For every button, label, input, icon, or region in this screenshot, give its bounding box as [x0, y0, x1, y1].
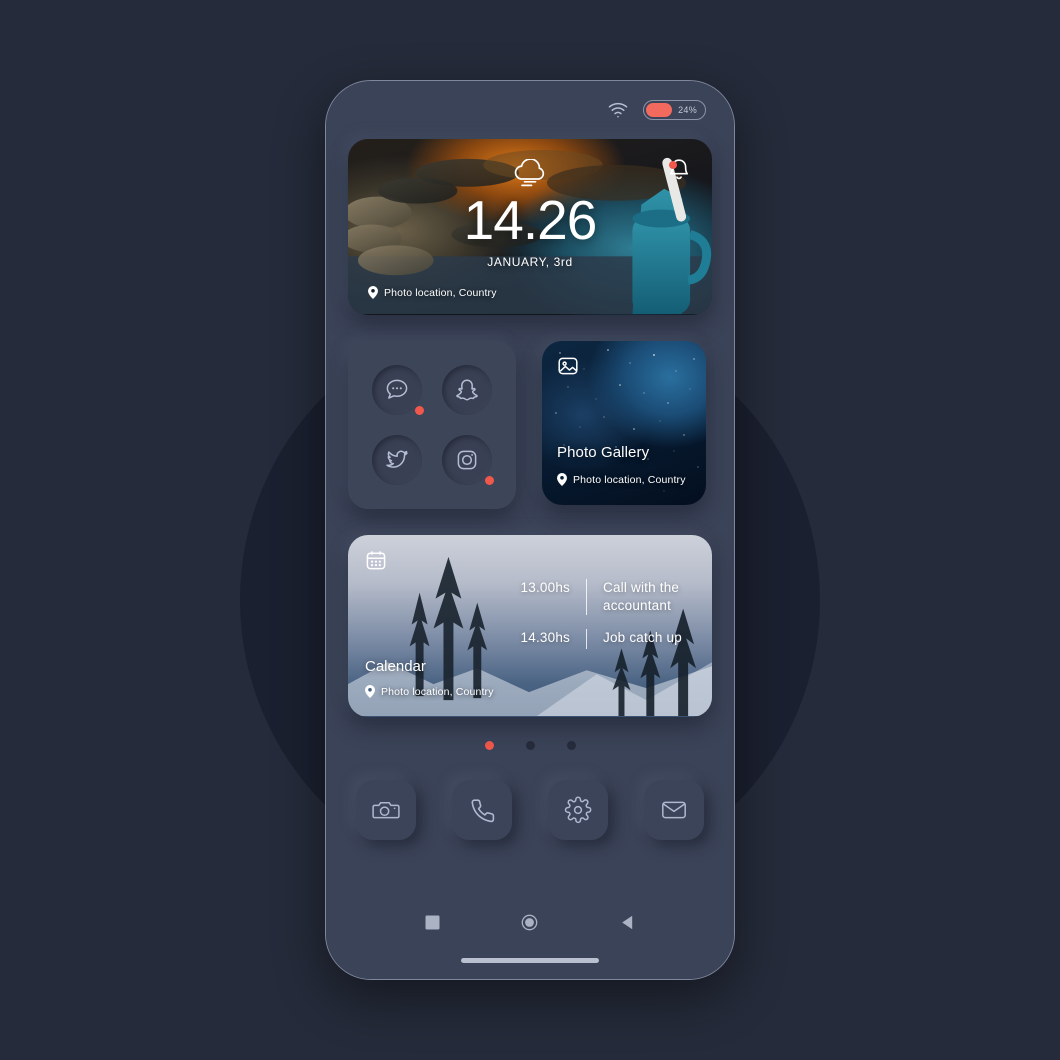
- social-app-instagram[interactable]: [442, 435, 494, 485]
- clock-location: Photo location, Country: [368, 286, 497, 299]
- event-title: Call with the accountant: [603, 580, 680, 614]
- snapchat-icon: [456, 379, 478, 401]
- battery-level-label: 24%: [678, 105, 697, 115]
- event-time: 13.00hs: [520, 580, 570, 595]
- battery-fill: [646, 103, 673, 117]
- calendar-event-row[interactable]: 14.30hs Job catch up: [488, 629, 698, 650]
- clock-location-label: Photo location, Country: [384, 286, 497, 299]
- gallery-title: Photo Gallery: [557, 444, 650, 461]
- calendar-events-list: 13.00hs Call with the accountant 14.30hs…: [488, 579, 698, 650]
- nav-back-button[interactable]: [619, 914, 636, 931]
- dock-item-settings[interactable]: [548, 780, 608, 840]
- nav-home-button[interactable]: [521, 914, 538, 931]
- dock-item-camera[interactable]: [356, 780, 416, 840]
- event-title: Job catch up: [603, 630, 682, 646]
- android-nav-bar: [326, 886, 734, 958]
- cloud-fog-icon: [514, 159, 545, 187]
- home-indicator[interactable]: [461, 958, 599, 963]
- messages-icon: [386, 379, 408, 399]
- calendar-icon: [366, 551, 386, 570]
- clock-date: JANUARY, 3rd: [487, 255, 573, 269]
- event-divider: [586, 579, 587, 616]
- phone-frame: 24% 14.26 JANUARY, 3rd Photo location, C…: [325, 80, 735, 980]
- social-app-twitter[interactable]: [372, 435, 422, 485]
- twitter-icon: [386, 450, 408, 468]
- image-icon: [558, 357, 578, 375]
- social-widget: [348, 341, 516, 509]
- clock-time: 14.26: [463, 189, 598, 251]
- calendar-location-label: Photo location, Country: [381, 685, 494, 698]
- instagram-icon: [457, 450, 477, 470]
- status-bar: 24%: [326, 81, 734, 139]
- location-pin-icon: [365, 685, 375, 698]
- calendar-title: Calendar: [365, 658, 426, 675]
- location-pin-icon: [368, 286, 378, 299]
- calendar-location: Photo location, Country: [365, 685, 494, 698]
- dock-item-phone[interactable]: [452, 780, 512, 840]
- event-divider: [586, 629, 587, 650]
- notification-bell-button[interactable]: [666, 157, 692, 185]
- gallery-location-label: Photo location, Country: [573, 473, 686, 486]
- battery-indicator: 24%: [643, 100, 706, 120]
- social-app-messages[interactable]: [372, 365, 424, 415]
- mail-icon: [662, 801, 686, 819]
- settings-icon: [564, 796, 592, 824]
- social-app-snapchat[interactable]: [442, 365, 492, 415]
- calendar-event-row[interactable]: 13.00hs Call with the accountant: [488, 579, 698, 616]
- middle-row: Photo Gallery Photo location, Country: [348, 341, 712, 509]
- calendar-widget[interactable]: 13.00hs Call with the accountant 14.30hs…: [348, 535, 712, 717]
- wifi-icon: [608, 102, 628, 118]
- gallery-location: Photo location, Country: [557, 473, 686, 486]
- dock-item-mail[interactable]: [644, 780, 704, 840]
- messages-badge-dot: [415, 406, 424, 415]
- clock-widget[interactable]: 14.26 JANUARY, 3rd Photo location, Count…: [348, 139, 712, 315]
- gallery-widget[interactable]: Photo Gallery Photo location, Country: [542, 341, 706, 505]
- page-indicator-dots: [326, 741, 734, 750]
- phone-screen: 24% 14.26 JANUARY, 3rd Photo location, C…: [326, 81, 734, 979]
- camera-icon: [372, 802, 400, 819]
- nav-recents-button[interactable]: [424, 914, 441, 931]
- square-icon: [425, 915, 440, 929]
- page-dot-1[interactable]: [484, 741, 494, 750]
- event-time: 14.30hs: [520, 630, 570, 646]
- phone-icon: [471, 799, 495, 823]
- page-dot-3[interactable]: [566, 741, 576, 750]
- triangle-left-icon: [622, 915, 633, 929]
- location-pin-icon: [557, 473, 567, 486]
- circle-icon: [522, 914, 538, 930]
- widget-area: 14.26 JANUARY, 3rd Photo location, Count…: [326, 139, 734, 717]
- app-dock: [326, 780, 734, 840]
- page-dot-2[interactable]: [525, 741, 535, 750]
- instagram-badge-dot: [485, 476, 494, 485]
- notification-badge-dot: [669, 161, 677, 169]
